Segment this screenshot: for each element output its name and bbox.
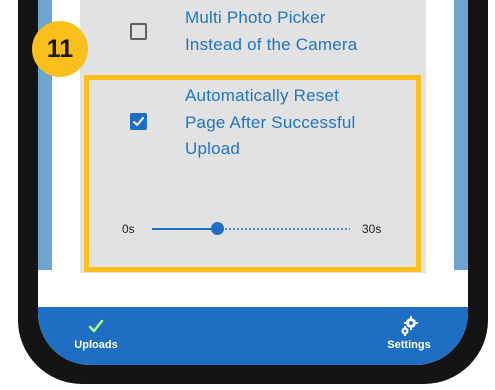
slider-max-label: 30s [362, 222, 382, 236]
step-badge: 11 [32, 21, 88, 77]
nav-label-settings: Settings [387, 339, 431, 351]
check-mark-icon [133, 117, 144, 126]
auto-reset-label-line2: Page After Successful [185, 113, 356, 132]
auto-reset-label-line1: Automatically Reset [185, 86, 340, 105]
checkmark-icon [88, 319, 104, 333]
slider-min-label: 0s [122, 222, 135, 236]
auto-reset-label-line3: Upload [185, 139, 241, 158]
multi-photo-picker-label-line1: Multi Photo Picker [185, 8, 326, 27]
auto-reset-checkbox[interactable] [130, 113, 147, 130]
nav-label-uploads: Uploads [74, 339, 118, 351]
multi-photo-picker-label-line2: Instead of the Camera [185, 35, 358, 54]
nav-item-uploads[interactable]: Uploads [70, 315, 122, 351]
slider-track-inactive[interactable] [224, 228, 350, 230]
bottom-navigation-bar: Uploads Settings [38, 307, 468, 365]
gears-icon [401, 316, 418, 336]
multi-photo-picker-checkbox[interactable] [130, 23, 147, 40]
nav-item-settings[interactable]: Settings [380, 315, 438, 351]
slider-track-active[interactable] [152, 228, 218, 230]
